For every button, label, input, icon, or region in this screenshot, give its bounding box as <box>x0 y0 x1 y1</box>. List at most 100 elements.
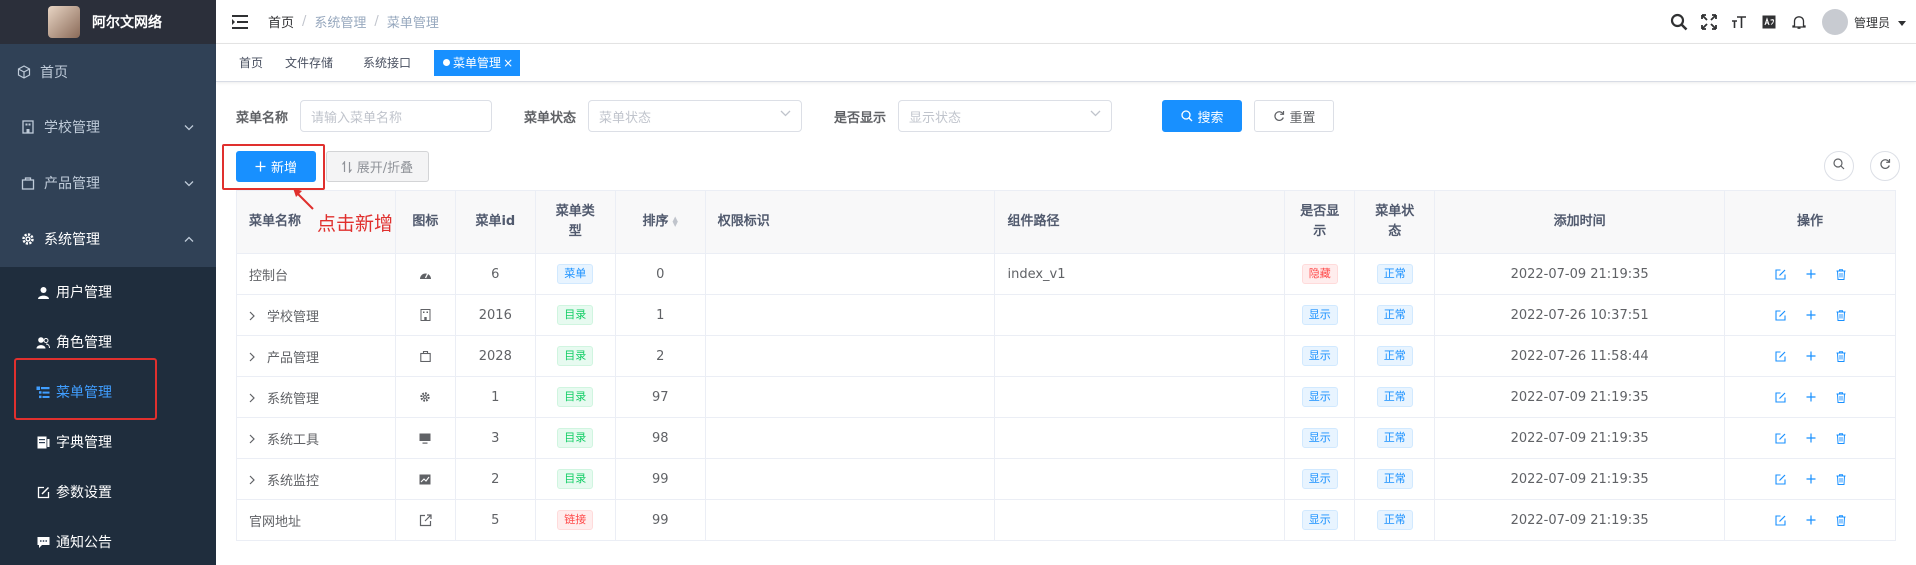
table-row[interactable]: 学校管理 2016 目录 1 显示 正常 2022-07-26 10:37:51 <box>236 294 1896 336</box>
chevron-right-icon[interactable] <box>249 352 263 365</box>
menu-visible-cell: 显示 <box>1284 499 1356 541</box>
language-icon[interactable] <box>1754 15 1784 29</box>
add-button[interactable]: 新增 <box>236 151 316 182</box>
chevron-right-icon[interactable] <box>249 311 263 324</box>
message-icon <box>36 535 50 549</box>
chevron-down-icon <box>1090 109 1101 120</box>
table-row[interactable]: 系统工具 3 目录 98 显示 正常 2022-07-09 21:19:35 <box>236 417 1896 459</box>
sidebar-item-notice[interactable]: 通知公告 <box>0 517 216 565</box>
plus-icon[interactable] <box>1806 474 1816 485</box>
bag-icon <box>20 175 36 191</box>
chevron-down-icon <box>184 121 194 134</box>
delete-icon[interactable] <box>1836 432 1846 444</box>
chevron-right-icon[interactable] <box>249 393 263 406</box>
menu-status-cell: 正常 <box>1354 294 1436 336</box>
ops-cell <box>1724 294 1896 336</box>
search-icon <box>1180 110 1193 122</box>
tag-file-storage[interactable]: 文件存储 <box>276 50 342 76</box>
sidebar-logo[interactable]: 阿尔文网络 <box>0 0 216 44</box>
expand-collapse-button[interactable]: 展开/折叠 <box>326 151 429 182</box>
tag-home[interactable]: 首页 <box>230 50 272 76</box>
sidebar-item-users[interactable]: 用户管理 <box>0 267 216 317</box>
menu-status-placeholder: 菜单状态 <box>599 110 652 126</box>
sidebar-item-menus[interactable]: 菜单管理 <box>0 367 216 417</box>
sidebar-item-product[interactable]: 产品管理 <box>0 155 216 211</box>
table-row[interactable]: 系统监控 2 目录 99 显示 正常 2022-07-09 21:19:35 <box>236 458 1896 500</box>
plus-icon[interactable] <box>1806 433 1816 444</box>
bell-icon[interactable] <box>1784 15 1814 30</box>
menu-name-input[interactable]: 请输入菜单名称 <box>300 100 493 132</box>
plus-icon[interactable] <box>1806 392 1816 403</box>
reset-button[interactable]: 重置 <box>1254 100 1335 132</box>
tag-menu-management[interactable]: 菜单管理 × <box>434 49 521 76</box>
delete-icon[interactable] <box>1836 268 1846 280</box>
delete-icon[interactable] <box>1836 350 1846 362</box>
edit-icon[interactable] <box>1774 268 1786 280</box>
menu-order: 2 <box>614 335 706 377</box>
refresh-button[interactable] <box>1870 151 1900 181</box>
edit-icon[interactable] <box>1774 350 1786 362</box>
visible-select[interactable]: 显示状态 <box>898 100 1113 132</box>
edit-icon[interactable] <box>1774 473 1786 485</box>
table-row[interactable]: 官网地址 5 链接 99 显示 正常 2022-07-09 21:19:35 <box>236 499 1896 541</box>
dashboard-icon <box>419 269 432 280</box>
breadcrumb-separator: / <box>302 14 307 29</box>
delete-icon[interactable] <box>1836 309 1846 321</box>
menu-type-badge: 链接 <box>557 510 594 530</box>
menu-component <box>994 294 1286 336</box>
menu-visible-cell: 隐藏 <box>1284 253 1356 295</box>
sidebar-item-home[interactable]: 首页 <box>0 44 216 99</box>
sidebar-item-label: 首页 <box>40 64 68 81</box>
close-icon[interactable]: × <box>503 56 513 70</box>
table-row[interactable]: 产品管理 2028 目录 2 显示 正常 2022-07-26 11:58:44 <box>236 335 1896 377</box>
delete-icon[interactable] <box>1836 473 1846 485</box>
edit-icon[interactable] <box>1774 514 1786 526</box>
sidebar-item-label: 学校管理 <box>44 120 100 136</box>
edit-icon[interactable] <box>1774 432 1786 444</box>
edit-icon[interactable] <box>1774 309 1786 321</box>
menu-status-select[interactable]: 菜单状态 <box>588 100 803 132</box>
menu-icon-cell <box>394 499 456 541</box>
delete-icon[interactable] <box>1836 514 1846 526</box>
edit-icon[interactable] <box>1774 391 1786 403</box>
menu-name: 控制台 <box>249 268 289 284</box>
caret-down-icon[interactable] <box>1898 15 1906 30</box>
toggle-search-button[interactable] <box>1824 151 1854 181</box>
plus-icon[interactable] <box>1806 310 1816 321</box>
menu-order: 99 <box>614 458 706 500</box>
sidebar-item-params[interactable]: 参数设置 <box>0 467 216 517</box>
avatar[interactable] <box>1821 9 1848 35</box>
col-header[interactable]: 排序 ▲ ▼ <box>614 190 706 254</box>
breadcrumb-system[interactable]: 系统管理 <box>314 12 366 31</box>
chevron-right-icon[interactable] <box>249 475 263 488</box>
table-row[interactable]: 系统管理 1 目录 97 显示 正常 2022-07-09 21:19:35 <box>236 376 1896 418</box>
sidebar-item-dict[interactable]: 字典管理 <box>0 417 216 467</box>
ops-cell <box>1724 458 1896 500</box>
user-name[interactable]: 管理员 <box>1854 14 1890 31</box>
hamburger-icon[interactable] <box>232 12 252 32</box>
table-row[interactable]: 控制台 6 菜单 0 index_v1 隐藏 正常 2022-07-09 21:… <box>236 253 1896 295</box>
tag-system-api[interactable]: 系统接口 <box>354 50 420 76</box>
table-header-row: 菜单名称 图标 菜单id 菜单类型 排序 ▲ ▼ 权限标识 组件路径 是否显示 菜单… <box>236 190 1896 254</box>
system-submenu: 用户管理 角色管理 菜单管理 字典管理 参数设置 通知公告 <box>0 267 216 565</box>
menu-id: 6 <box>454 253 536 295</box>
font-size-icon[interactable] <box>1724 15 1754 29</box>
sidebar-item-system[interactable]: 系统管理 <box>0 211 216 267</box>
sort-caret-icon[interactable]: ▲ ▼ <box>673 215 678 227</box>
search-icon[interactable] <box>1664 13 1694 31</box>
search-button[interactable]: 搜索 <box>1162 100 1243 132</box>
chevron-right-icon[interactable] <box>249 434 263 447</box>
plus-icon[interactable] <box>1806 269 1816 280</box>
breadcrumb-home[interactable]: 首页 <box>268 12 294 31</box>
plus-icon[interactable] <box>1806 351 1816 362</box>
sidebar-item-school[interactable]: 学校管理 <box>0 99 216 155</box>
menu-status-cell: 正常 <box>1354 458 1436 500</box>
delete-icon[interactable] <box>1836 391 1846 403</box>
plus-icon[interactable] <box>1806 515 1816 526</box>
tree-table-icon <box>36 385 50 399</box>
menu-component <box>994 335 1286 377</box>
ops-cell <box>1724 335 1896 377</box>
fullscreen-icon[interactable] <box>1694 14 1724 30</box>
status-badge: 正常 <box>1376 264 1413 284</box>
sidebar-item-roles[interactable]: 角色管理 <box>0 317 216 367</box>
